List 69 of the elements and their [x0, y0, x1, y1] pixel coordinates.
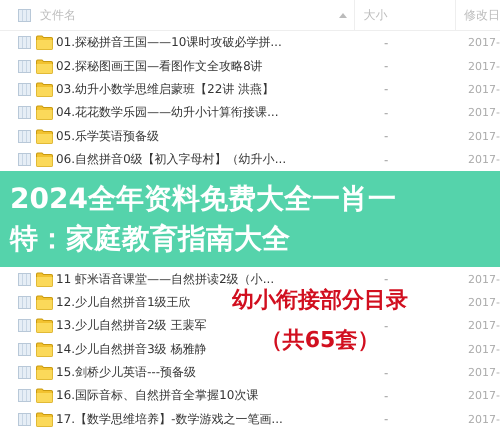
- modified-date: 2017-: [468, 153, 500, 166]
- modified-date: 2017-: [468, 36, 500, 50]
- checkbox[interactable]: [18, 60, 31, 73]
- file-name[interactable]: 04.花花数学乐园——幼升小计算衔接课...: [56, 105, 279, 120]
- checkbox[interactable]: [18, 130, 31, 143]
- file-name[interactable]: 12.少儿自然拼音1级王欣: [56, 294, 191, 309]
- file-name[interactable]: 13.少儿自然拼音2级 王裴军: [56, 318, 207, 332]
- modified-date: 2017-: [468, 342, 500, 356]
- checkbox[interactable]: [18, 36, 31, 50]
- checkbox[interactable]: [18, 389, 31, 402]
- checkbox[interactable]: [18, 82, 31, 96]
- file-name[interactable]: 15.剑桥少儿英语---预备级: [56, 365, 196, 380]
- checkbox[interactable]: [18, 342, 31, 356]
- modified-date: 2017-: [468, 319, 500, 332]
- file-size: -: [384, 129, 388, 144]
- folder-icon: [36, 35, 53, 50]
- file-name[interactable]: 05.乐学英语预备级: [56, 128, 160, 143]
- file-name[interactable]: 14.少儿自然拼音3级 杨雅静: [56, 342, 207, 356]
- folder-icon: [36, 105, 53, 120]
- modified-date: 2017-: [468, 82, 500, 96]
- annotation-text: （共65套）: [260, 328, 380, 354]
- sort-arrow-icon: [338, 12, 347, 18]
- modified-date: 2017-: [468, 106, 500, 120]
- file-size: -: [384, 388, 388, 403]
- banner-title: 2024全年资料免费大全一肖一: [10, 181, 397, 218]
- modified-date: 2017-: [468, 296, 500, 309]
- file-size: -: [384, 106, 388, 120]
- file-name[interactable]: 16.国际音标、自然拼音全掌握10次课: [56, 388, 258, 402]
- file-size: -: [384, 412, 388, 426]
- file-size: -: [384, 36, 388, 50]
- file-name[interactable]: 17.【数学思维培养】-数学游戏之一笔画...: [56, 412, 283, 426]
- checkbox[interactable]: [18, 106, 31, 120]
- folder-icon: [36, 388, 53, 404]
- modified-date: 2017-: [468, 60, 500, 73]
- folder-icon: [36, 128, 53, 144]
- checkbox[interactable]: [18, 366, 31, 380]
- modified-date: 2017-: [468, 366, 500, 380]
- banner-title: 特：家庭教育指南大全: [10, 221, 291, 258]
- checkbox[interactable]: [18, 412, 31, 426]
- file-size: -: [384, 318, 388, 333]
- annotation-text: 幼小衔接部分目录: [232, 288, 408, 314]
- checkbox[interactable]: [18, 319, 31, 332]
- file-name[interactable]: 01.探秘拼音王国——10课时攻破必学拼...: [56, 35, 282, 50]
- file-size: -: [384, 59, 388, 74]
- folder-icon: [36, 318, 53, 334]
- checkbox[interactable]: [18, 8, 31, 22]
- modified-date: 2017-: [468, 272, 500, 286]
- file-size: -: [384, 272, 388, 286]
- modified-date: 2017-: [468, 389, 500, 402]
- file-size: -: [384, 152, 388, 167]
- folder-icon: [36, 58, 53, 74]
- file-name[interactable]: 02.探秘图画王国—看图作文全攻略8讲: [56, 58, 263, 73]
- folder-icon: [36, 152, 53, 168]
- file-name[interactable]: 11 虾米语音课堂——自然拼读2级（小...: [56, 272, 274, 286]
- folder-icon: [36, 294, 53, 310]
- folder-icon: [36, 342, 53, 357]
- file-size: -: [384, 82, 388, 96]
- modified-date: 2017-: [468, 412, 500, 426]
- file-name[interactable]: 03.幼升小数学思维启蒙班【22讲 洪燕】: [56, 82, 274, 96]
- folder-icon: [36, 412, 53, 427]
- checkbox[interactable]: [18, 296, 31, 309]
- file-name[interactable]: 06.自然拼音0级【初入字母村】（幼升小...: [56, 152, 286, 166]
- file-size: -: [384, 366, 388, 380]
- modified-date: 2017-: [468, 130, 500, 143]
- folder-icon: [36, 365, 53, 380]
- checkbox[interactable]: [18, 272, 31, 286]
- folder-icon: [36, 272, 53, 287]
- folder-icon: [36, 82, 53, 97]
- checkbox[interactable]: [18, 153, 31, 166]
